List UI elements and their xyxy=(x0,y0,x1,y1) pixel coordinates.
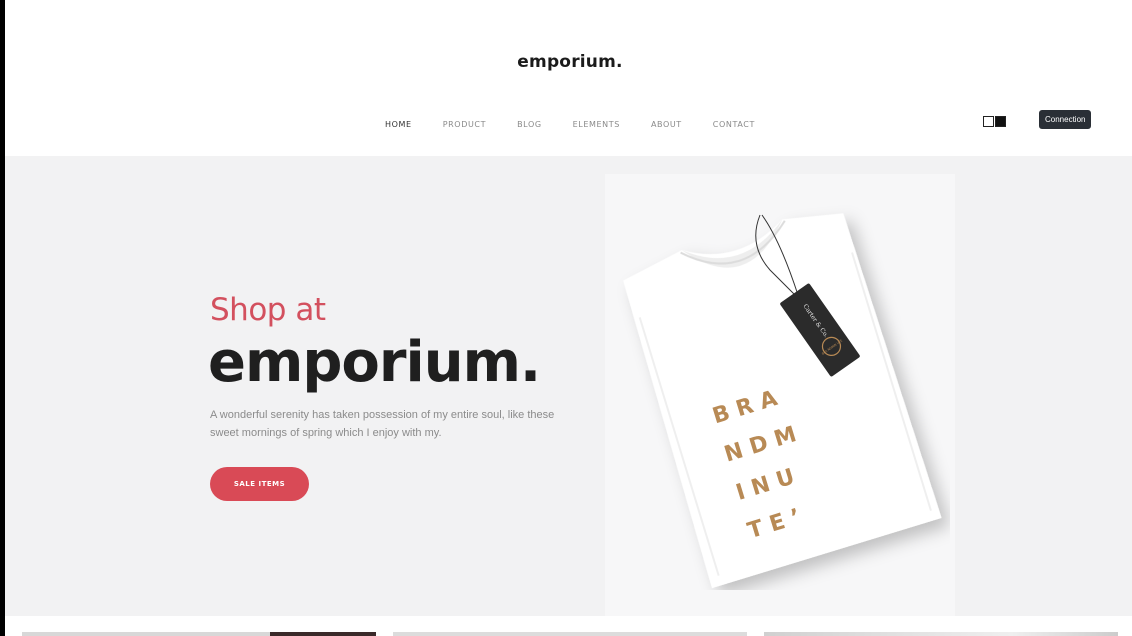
nav-item-contact[interactable]: CONTACT xyxy=(697,120,770,129)
outline-square-icon[interactable] xyxy=(983,116,994,127)
tshirt-illustration: B R A N D M I N U T E ʼ Carter & Co. BRA… xyxy=(623,213,942,589)
nav-item-elements[interactable]: ELEMENTS xyxy=(557,120,635,129)
nav-item-about[interactable]: ABOUT xyxy=(635,120,697,129)
hero-description: A wonderful serenity has taken possessio… xyxy=(210,409,555,439)
connection-button[interactable]: Connection xyxy=(1039,110,1092,129)
site-logo[interactable]: emporium. xyxy=(0,52,1132,72)
hero-title: emporium. xyxy=(208,330,541,395)
nav-item-home[interactable]: HOME xyxy=(370,120,428,129)
hero-section xyxy=(5,156,1132,616)
main-nav: HOME PRODUCT BLOG ELEMENTS ABOUT CONTACT xyxy=(0,120,1132,129)
product-card-1-top xyxy=(22,632,376,636)
view-toggle[interactable] xyxy=(983,116,1006,127)
filled-square-icon[interactable] xyxy=(995,116,1006,127)
product-card-2-top xyxy=(393,632,747,636)
product-card-3-top xyxy=(764,632,1118,636)
nav-item-product[interactable]: PRODUCT xyxy=(427,120,501,129)
hero-subtitle: Shop at xyxy=(210,292,326,328)
sale-items-button[interactable]: SALE ITEMS xyxy=(210,467,309,501)
nav-item-blog[interactable]: BLOG xyxy=(502,120,558,129)
tshirt-image: B R A N D M I N U T E ʼ Carter & Co. BRA… xyxy=(610,200,950,590)
